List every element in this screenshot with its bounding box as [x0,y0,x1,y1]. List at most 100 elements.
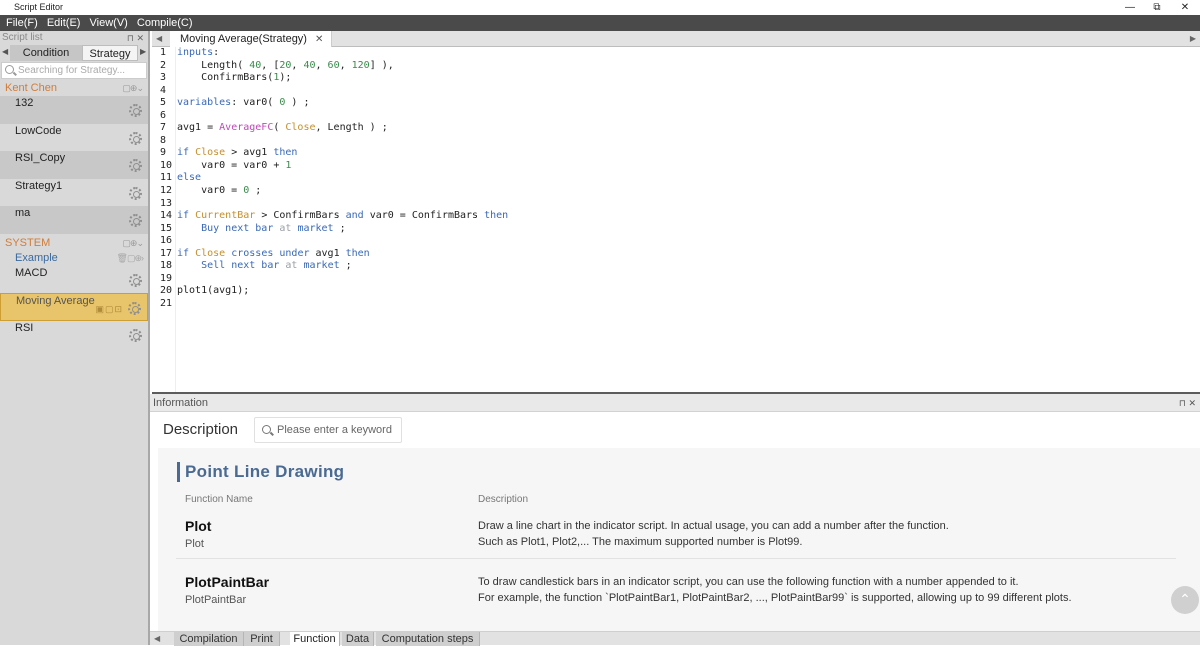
script-item-strategy1[interactable]: Strategy1 [0,179,148,207]
gear-icon[interactable] [129,131,142,145]
menu-bar: File(F) Edit(E) View(V) Compile(C) [0,15,1200,31]
menu-file[interactable]: File(F) [6,17,38,29]
group-label: Kent Chen [5,82,57,94]
close-icon[interactable]: ✕ [315,34,323,45]
subgroup-actions-icon[interactable]: 🗑▢⊕› [117,251,144,266]
line-number: 13 [160,197,173,209]
line-number: 20 [160,285,173,297]
window-title: Script Editor [14,2,64,12]
keyword-search-input[interactable]: Please enter a keyword [254,417,402,443]
group-kent-chen[interactable]: Kent Chen ▢⊕⌄ [0,81,148,96]
tab-compilation[interactable]: Compilation [174,632,244,646]
restore-button[interactable]: ⧉ [1142,0,1172,15]
script-item-rsi-copy[interactable]: RSI_Copy [0,151,148,179]
subgroup-example[interactable]: Example 🗑▢⊕› [0,251,148,266]
code-line: Sell next bar at market ; [201,260,352,272]
group-actions-icon[interactable]: ▢⊕⌄ [122,81,144,96]
menu-edit[interactable]: Edit(E) [47,17,81,29]
menu-view[interactable]: View(V) [90,17,128,29]
line-number: 12 [160,185,173,197]
group-label: SYSTEM [5,236,51,249]
function-desc-plotpaintbar-2: For example, the function `PlotPaintBar1… [478,592,1072,604]
function-name-plot: Plot [185,518,212,534]
tab-function[interactable]: Function [290,632,340,646]
tab-condition[interactable]: Condition [10,45,82,61]
tab-left-arrow-icon[interactable]: ◀ [2,47,8,56]
description-label: Description [163,421,239,438]
column-header-description: Description [478,494,529,505]
code-line: plot1(avg1); [177,285,250,297]
script-item-macd[interactable]: MACD [0,266,148,294]
row-divider [176,558,1176,559]
tab-computation-steps[interactable]: Computation steps [376,632,480,646]
function-desc-plotpaintbar-1: To draw candlestick bars in an indicator… [478,576,1019,588]
code-editor[interactable]: inputs: Length( 40, [20, 40, 60, 120] ),… [177,47,1200,392]
title-bar: Script Editor — ⧉ ✕ [0,0,1200,15]
script-item-label: RSI [15,321,34,334]
gear-icon[interactable] [129,159,142,172]
line-number: 9 [160,147,167,159]
keyword-placeholder: Please enter a keyword [277,424,392,436]
line-number: 4 [160,84,167,96]
tab-data[interactable]: Data [342,632,374,646]
line-number: 2 [160,59,167,71]
script-item-label: MACD [15,266,48,279]
script-item-moving-average[interactable]: Moving Average ▣▢⊡ [0,293,148,321]
code-line: Length( 40, [20, 40, 60, 120] ), [177,59,394,71]
line-number: 3 [160,72,167,84]
line-number: 21 [160,297,173,309]
column-header-function: Function Name [185,494,253,505]
tab-right-arrow-icon[interactable]: ▶ [140,47,146,56]
strategy-search-input[interactable]: Searching for Strategy... [1,62,147,79]
code-line: variables: var0( 0 ) ; [177,97,310,109]
item-tools-icon[interactable]: ▣▢⊡ [95,302,123,316]
bottom-tab-bar: ◀ Compilation Print Function Data Comput… [150,631,1200,646]
tab-strategy[interactable]: Strategy [82,45,138,61]
editor-tab-bar: ◀ Moving Average(Strategy) ✕ ▶ [152,31,1200,47]
line-number: 17 [160,247,173,259]
pin-close-icon[interactable]: ⊓ ✕ [1179,394,1196,412]
script-item-label: RSI_Copy [15,152,66,164]
bottom-tab-left-arrow-icon[interactable]: ◀ [154,634,160,643]
script-item-label: 132 [15,97,34,109]
function-sub-plot: Plot [185,538,204,550]
editor-tab-moving-average[interactable]: Moving Average(Strategy) ✕ [170,31,333,47]
code-line: if Close > avg1 then [177,147,298,159]
script-item-ma[interactable]: ma [0,206,148,234]
menu-compile[interactable]: Compile(C) [137,17,193,29]
line-number: 15 [160,222,173,234]
line-number: 18 [160,260,173,272]
gear-icon[interactable] [129,186,142,200]
editor-tab-right-arrow-icon[interactable]: ▶ [1190,34,1196,43]
gear-icon[interactable] [129,328,142,342]
information-title: Information [153,397,209,409]
information-header: Information ⊓ ✕ [150,394,1200,412]
editor-tab-left-arrow-icon[interactable]: ◀ [156,34,162,43]
tab-print[interactable]: Print [244,632,280,646]
code-line: var0 = var0 + 1 [177,159,292,171]
script-list-panel: Script list ⊓ ✕ ◀ Condition Strategy ▶ S… [0,31,150,645]
scroll-to-top-button[interactable]: ⌃ [1171,586,1199,614]
close-button[interactable]: ✕ [1170,0,1200,15]
line-number: 19 [160,272,173,284]
code-line: inputs: [177,47,220,58]
group-actions-icon[interactable]: ▢⊕⌄ [122,236,144,251]
function-desc-plot-2: Such as Plot1, Plot2,... The maximum sup… [478,536,803,548]
gear-icon[interactable] [128,302,141,315]
code-line: if Close crosses under avg1 then [177,247,370,259]
gear-icon[interactable] [129,273,142,287]
pin-close-icon[interactable]: ⊓ ✕ [127,31,144,45]
script-item-132[interactable]: 132 [0,96,148,124]
script-item-lowcode[interactable]: LowCode [0,124,148,152]
script-item-rsi[interactable]: RSI [0,321,148,349]
minimize-button[interactable]: — [1115,0,1145,15]
gear-icon[interactable] [129,104,142,117]
group-system[interactable]: SYSTEM ▢⊕⌄ [0,236,148,251]
gear-icon[interactable] [129,214,142,227]
